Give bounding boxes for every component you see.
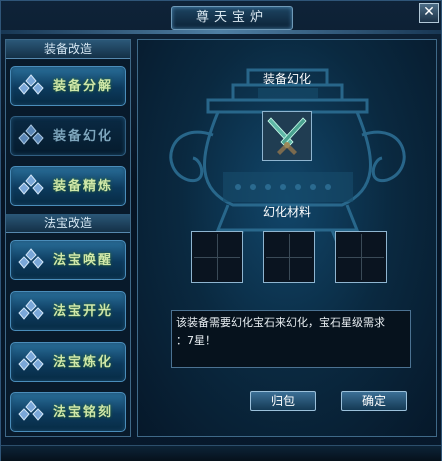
diamond-cluster-icon — [18, 350, 44, 371]
transform-panel: 装备幻化 幻化材料 该装备需要幻化宝石来幻化，宝石星级需求 ：7星！ 归包 确定 — [137, 39, 437, 437]
menu-item-label: 装备分解 — [53, 79, 114, 94]
diamond-cluster-icon — [18, 74, 44, 95]
menu-item-label: 装备幻化 — [53, 129, 114, 144]
confirm-button[interactable]: 确定 — [341, 391, 407, 411]
diamond-cluster-icon — [18, 248, 44, 269]
material-slot-2[interactable] — [263, 231, 315, 283]
window-title: 尊天宝炉 — [195, 10, 268, 25]
equip-transform-title: 装备幻化 — [262, 72, 311, 86]
window-title-plate: 尊天宝炉 — [171, 6, 293, 30]
menu-item-label: 法宝铭刻 — [53, 405, 114, 420]
equipment-slot[interactable] — [262, 111, 312, 161]
menu-item-treasure-smelt[interactable]: 法宝炼化 — [10, 342, 126, 382]
material-slot-1[interactable] — [191, 231, 243, 283]
materials-title: 幻化材料 — [262, 205, 311, 219]
diamond-cluster-icon — [18, 174, 44, 195]
menu-item-treasure-awaken[interactable]: 法宝唤醒 — [10, 240, 126, 280]
menu-item-label: 法宝炼化 — [53, 355, 114, 370]
menu-item-label: 法宝开光 — [53, 304, 114, 319]
diamond-cluster-icon — [18, 400, 44, 421]
return-to-bag-button[interactable]: 归包 — [250, 391, 316, 411]
furnace-window: 尊天宝炉 ✕ 装备改造 装备分解 装备幻化 装备精炼 法宝改造 法宝唤醒 法宝开… — [0, 0, 442, 461]
bottom-frame — [1, 445, 441, 461]
requirement-message: 该装备需要幻化宝石来幻化，宝石星级需求 ：7星！ — [171, 310, 411, 368]
close-button[interactable]: ✕ — [419, 3, 439, 23]
menu-item-equip-transform[interactable]: 装备幻化 — [10, 116, 126, 156]
message-line-1: 该装备需要幻化宝石来幻化，宝石星级需求 — [176, 316, 385, 329]
menu-item-label: 法宝唤醒 — [53, 253, 114, 268]
close-icon: ✕ — [423, 4, 435, 20]
left-menu-panel: 装备改造 装备分解 装备幻化 装备精炼 法宝改造 法宝唤醒 法宝开光 法宝炼化 … — [5, 39, 131, 437]
material-slot-3[interactable] — [335, 231, 387, 283]
title-divider — [1, 30, 441, 34]
menu-item-equip-decompose[interactable]: 装备分解 — [10, 66, 126, 106]
section-header-treasure: 法宝改造 — [6, 214, 130, 233]
menu-item-label: 装备精炼 — [53, 179, 114, 194]
section-header-equip: 装备改造 — [6, 40, 130, 59]
diamond-cluster-icon — [18, 299, 44, 320]
twin-blades-icon — [263, 112, 311, 160]
menu-item-equip-refine[interactable]: 装备精炼 — [10, 166, 126, 206]
diamond-cluster-icon — [18, 124, 44, 145]
menu-item-treasure-engrave[interactable]: 法宝铭刻 — [10, 392, 126, 432]
menu-item-treasure-consecrate[interactable]: 法宝开光 — [10, 291, 126, 331]
message-line-2: ：7星！ — [176, 334, 216, 347]
